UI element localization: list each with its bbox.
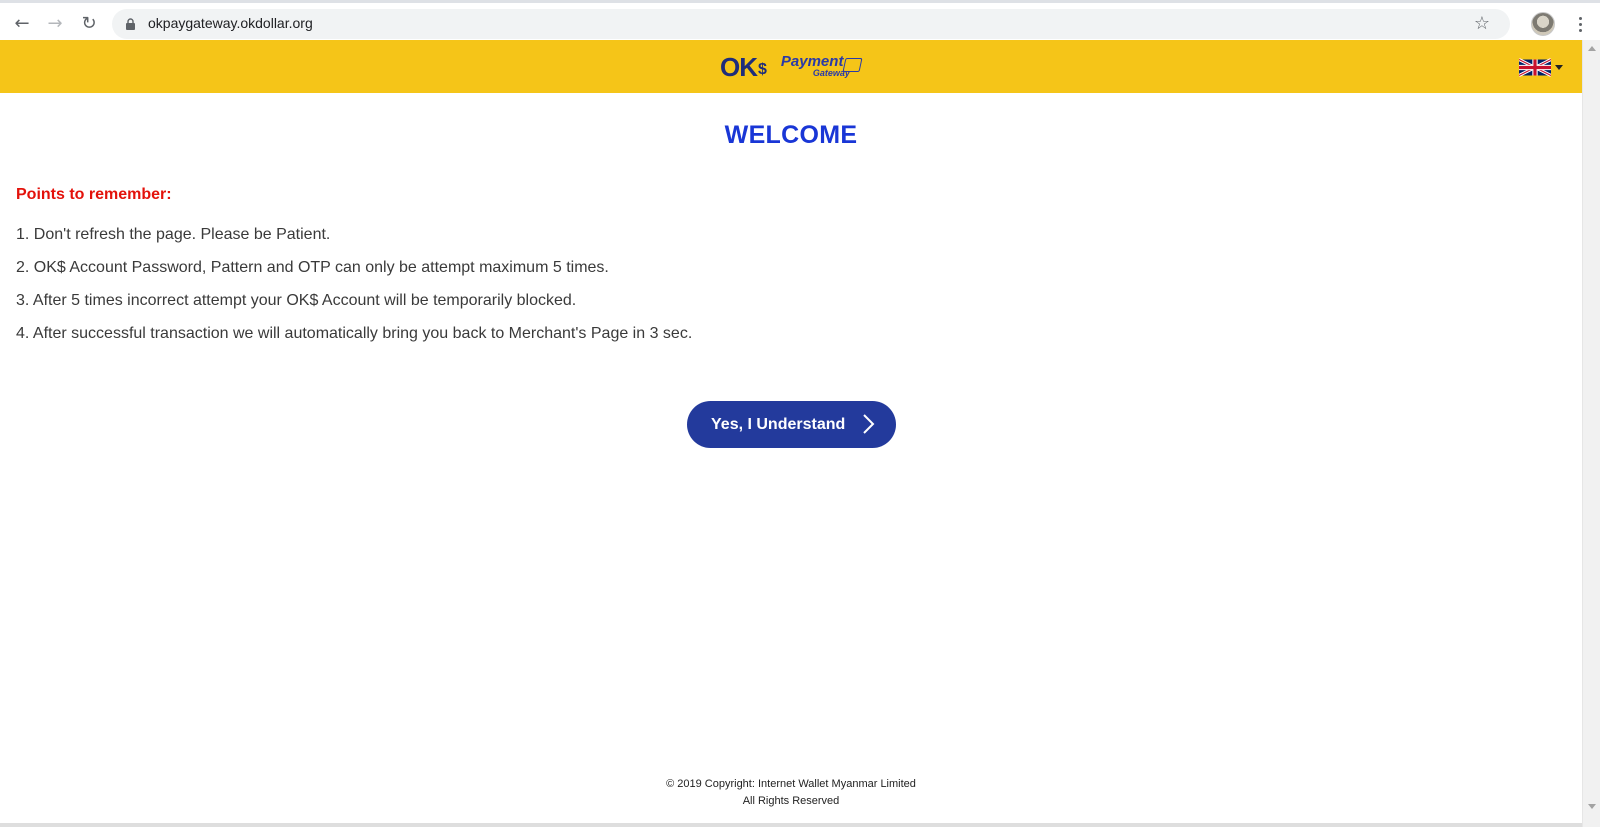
logo-ok-text: OK [720, 51, 758, 82]
list-item: 1. Don't refresh the page. Please be Pat… [16, 226, 331, 243]
scroll-down-arrow-icon[interactable] [1588, 804, 1596, 809]
list-item: 2. OK$ Account Password, Pattern and OTP… [16, 259, 609, 276]
scroll-up-arrow-icon[interactable] [1588, 46, 1596, 51]
profile-avatar[interactable] [1531, 12, 1555, 36]
footer: © 2019 Copyright: Internet Wallet Myanma… [0, 776, 1582, 810]
yes-i-understand-button[interactable]: Yes, I Understand [687, 401, 896, 448]
card-icon [842, 58, 863, 72]
bookmark-star-icon[interactable]: ☆ [1474, 13, 1490, 34]
language-selector[interactable] [1519, 56, 1565, 78]
uk-flag-icon [1519, 57, 1551, 77]
kebab-menu-icon[interactable] [1572, 12, 1588, 36]
site-header: OK $ Payment Gateway [0, 40, 1582, 93]
lock-icon [126, 18, 135, 30]
chevron-right-icon [863, 414, 875, 434]
rights-text: All Rights Reserved [742, 795, 840, 807]
points-list: 1. Don't refresh the page. Please be Pat… [16, 224, 692, 356]
address-bar[interactable]: okpaygateway.okdollar.org ☆ [112, 9, 1510, 39]
back-arrow-icon[interactable]: ← [9, 10, 35, 36]
button-label: Yes, I Understand [711, 415, 846, 433]
scrollbar[interactable] [1582, 40, 1600, 827]
list-item: 4. After successful transaction we will … [16, 325, 693, 342]
browser-toolbar: ← → ↻ okpaygateway.okdollar.org ☆ [0, 0, 1600, 40]
list-item: 3. After 5 times incorrect attempt your … [16, 292, 577, 309]
copyright-text: © 2019 Copyright: Internet Wallet Myanma… [666, 778, 916, 790]
url-text[interactable]: okpaygateway.okdollar.org [148, 15, 313, 31]
logo-dollar-text: $ [758, 61, 767, 78]
caret-down-icon [1555, 64, 1563, 70]
forward-arrow-icon[interactable]: → [42, 10, 68, 36]
points-heading: Points to remember: [16, 186, 172, 203]
reload-icon[interactable]: ↻ [76, 10, 102, 36]
page-title: WELCOME [724, 121, 858, 149]
okdollar-payment-gateway-logo[interactable]: OK $ Payment Gateway [720, 52, 863, 82]
payment-gateway-logo: Payment Gateway [781, 53, 863, 81]
window-bottom-edge [0, 823, 1582, 827]
